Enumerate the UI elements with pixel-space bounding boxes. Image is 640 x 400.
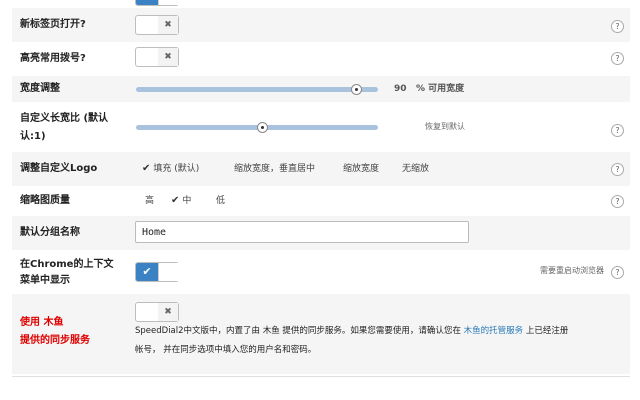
logo-option-scale-center[interactable]: 缩放宽度，垂直居中 <box>234 162 315 176</box>
width-value: 90 <box>394 84 407 94</box>
aspect-label-line2: 认:1) <box>20 131 46 142</box>
sync-toggle[interactable]: ✖ <box>135 302 179 322</box>
aspect-slider-thumb[interactable] <box>257 122 268 133</box>
sync-description: SpeedDial2中文版中，内置了由 木鱼 提供的同步服务。如果您需要使用，请… <box>135 326 569 355</box>
toggle-off-icon: ✖ <box>158 303 178 321</box>
toggle-off-icon: ✖ <box>158 48 178 66</box>
hosting-service-link[interactable]: 木鱼的托管服务 <box>464 326 524 336</box>
row-width: 宽度调整 90 % 可用宽度 <box>12 76 630 102</box>
row-highlight: 高亮常用拨号? ✖ ? <box>12 42 630 76</box>
context-menu-label-line2: 菜单中显示 <box>20 275 70 286</box>
context-menu-toggle[interactable]: ✔ <box>135 262 179 282</box>
row-sync: 使用 木鱼 提供的同步服务 ✖ SpeedDial2中文版中，内置了由 木鱼 提… <box>12 294 630 374</box>
quality-option-low[interactable]: 低 <box>216 194 225 208</box>
help-icon[interactable]: ? <box>611 20 624 33</box>
new-tab-toggle[interactable]: ✖ <box>135 15 179 35</box>
row-context-menu: 在Chrome的上下文 菜单中显示 ✔ 需要重启动浏览器 ? <box>12 250 630 294</box>
restart-note: 需要重启动浏览器 <box>540 266 604 275</box>
width-slider-track[interactable] <box>136 87 378 92</box>
row-new-tab: 新标签页打开? ✖ ? <box>12 8 630 42</box>
width-unit: % 可用宽度 <box>416 84 465 94</box>
help-icon[interactable]: ? <box>611 124 624 137</box>
highlight-toggle[interactable]: ✖ <box>135 47 179 67</box>
check-icon: ✔ <box>142 163 151 174</box>
help-icon[interactable]: ? <box>611 52 624 65</box>
aspect-label-line1: 自定义长宽比 (默认 <box>20 113 109 124</box>
reset-default-link[interactable]: 恢复到默认 <box>425 120 465 134</box>
row-aspect: 自定义长宽比 (默认 认:1) 恢复到默认 ? <box>12 102 630 152</box>
row-logo: 调整自定义Logo ✔ 填充 (默认) 缩放宽度，垂直居中 缩放宽度 无缩放 ? <box>12 152 630 186</box>
logo-label: 调整自定义Logo <box>20 163 98 174</box>
toggle-on-icon: ✔ <box>136 263 158 281</box>
help-icon[interactable]: ? <box>611 266 624 279</box>
divider <box>12 376 630 377</box>
sync-label-line2: 提供的同步服务 <box>20 335 90 346</box>
highlight-label: 高亮常用拨号? <box>20 53 86 64</box>
help-icon[interactable]: ? <box>611 195 624 208</box>
group-name-label: 默认分组名称 <box>20 227 80 238</box>
settings-panel: 新标签页打开? ✖ ? 高亮常用拨号? ✖ ? 宽度调整 90 % 可用宽度 自… <box>12 0 630 377</box>
thumb-quality-label: 缩略图质量 <box>20 195 70 206</box>
partial-top-toggle[interactable] <box>135 0 179 6</box>
sync-label-line1: 使用 木鱼 <box>20 317 64 328</box>
help-icon[interactable]: ? <box>611 163 624 176</box>
quality-option-medium[interactable]: ✔ 中 <box>171 194 191 208</box>
logo-option-fill[interactable]: ✔ 填充 (默认) <box>142 162 199 176</box>
row-group-name: 默认分组名称 <box>12 216 630 250</box>
quality-option-high[interactable]: 高 <box>145 194 154 208</box>
group-name-input[interactable] <box>135 221 469 243</box>
new-tab-label: 新标签页打开? <box>20 19 86 30</box>
check-icon: ✔ <box>171 195 180 206</box>
logo-option-scale-width[interactable]: 缩放宽度 <box>343 162 379 176</box>
toggle-off-icon: ✖ <box>158 16 178 34</box>
width-label: 宽度调整 <box>20 83 60 94</box>
width-slider-thumb[interactable] <box>351 84 362 95</box>
logo-option-no-scale[interactable]: 无缩放 <box>402 162 429 176</box>
row-thumb-quality: 缩略图质量 高 ✔ 中 低 ? <box>12 186 630 216</box>
